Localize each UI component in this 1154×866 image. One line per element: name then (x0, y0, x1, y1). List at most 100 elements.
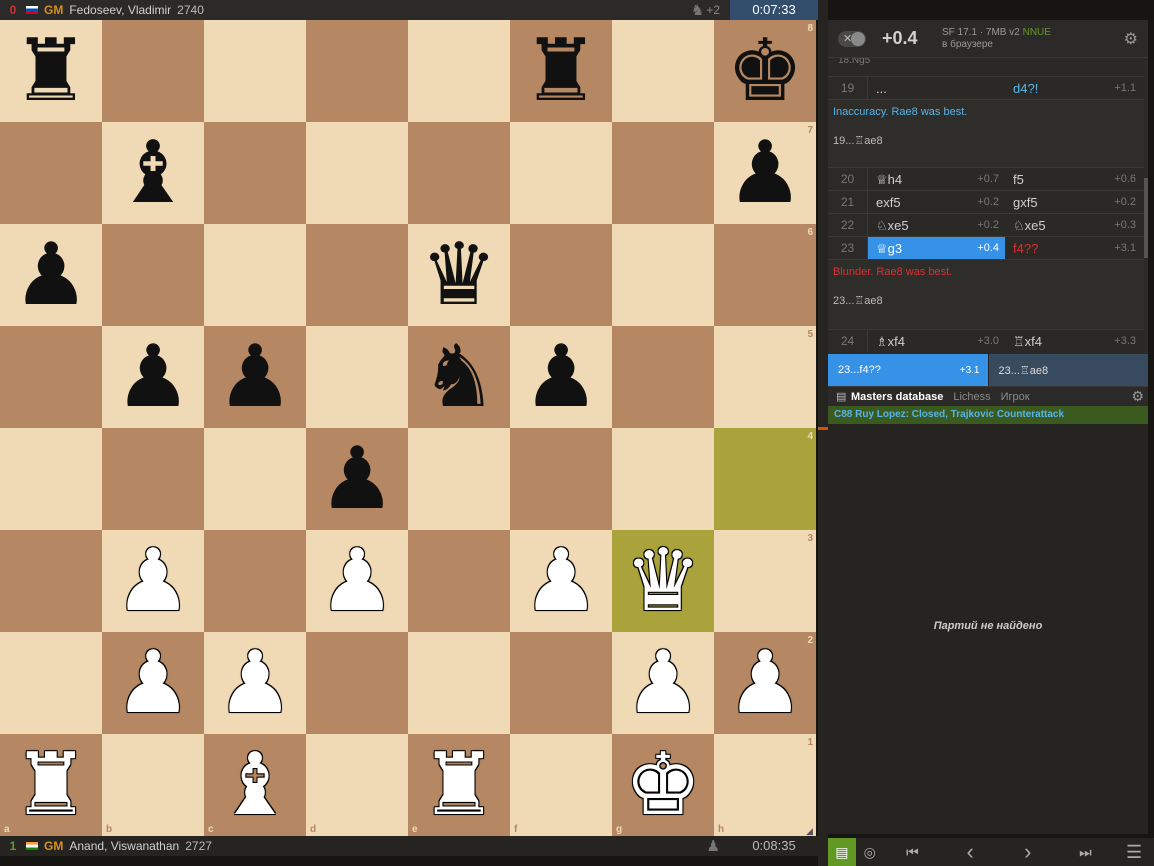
next-move-button[interactable]: › (999, 838, 1057, 866)
gear-icon[interactable]: ⚙ (1124, 29, 1138, 49)
square-a6[interactable]: ♟ (0, 224, 102, 326)
square-c8[interactable] (204, 20, 306, 122)
square-b7[interactable]: ♝ (102, 122, 204, 224)
square-e6[interactable]: ♛ (408, 224, 510, 326)
square-d2[interactable] (306, 632, 408, 734)
prev-move-button[interactable]: ‹ (941, 838, 999, 866)
white-pawn-piece[interactable]: ♟ (102, 530, 204, 632)
black-rook-piece[interactable]: ♜ (0, 20, 102, 122)
white-pawn-piece[interactable]: ♟ (612, 632, 714, 734)
chess-board[interactable]: ♜ ♜ ♚ 8 ♝ ♟ 7 ♟ ♛ 6 ♟ ♟ ♞ ♟ 5 ♟ 4 ♟ ♟ ♟ ♛ 3 ♟ ♟ ♟ ♟ 2 ♜ a b ♝ c d ♜ e f ♚ g 1 h (0, 20, 816, 836)
tab-player[interactable]: Игрок (996, 391, 1035, 403)
square-a3[interactable] (0, 530, 102, 632)
square-c2[interactable]: ♟ (204, 632, 306, 734)
target-icon[interactable]: ◎ (856, 838, 884, 866)
square-f5[interactable]: ♟ (510, 326, 612, 428)
square-e5[interactable]: ♞ (408, 326, 510, 428)
square-f6[interactable] (510, 224, 612, 326)
move-white-active[interactable]: ♕g3 +0.4 (868, 237, 1005, 259)
square-e4[interactable] (408, 428, 510, 530)
square-h8[interactable]: ♚ 8 (714, 20, 816, 122)
move-black[interactable]: ♖xf4 +3.3 (1005, 330, 1142, 352)
square-a7[interactable] (0, 122, 102, 224)
tab-masters[interactable]: Masters database (848, 391, 948, 403)
square-f7[interactable] (510, 122, 612, 224)
square-b3[interactable]: ♟ (102, 530, 204, 632)
square-d4[interactable]: ♟ (306, 428, 408, 530)
square-c7[interactable] (204, 122, 306, 224)
square-a1[interactable]: ♜ a (0, 734, 102, 836)
square-f8[interactable]: ♜ (510, 20, 612, 122)
square-d5[interactable] (306, 326, 408, 428)
book-icon[interactable]: ▤ (828, 838, 856, 866)
opening-name[interactable]: C88 Ruy Lopez: Closed, Trajkovic Counter… (828, 406, 1148, 424)
square-a8[interactable]: ♜ (0, 20, 102, 122)
black-pawn-piece[interactable]: ♟ (204, 326, 306, 428)
square-e7[interactable] (408, 122, 510, 224)
square-f3[interactable]: ♟ (510, 530, 612, 632)
square-a4[interactable] (0, 428, 102, 530)
black-queen-piece[interactable]: ♛ (408, 224, 510, 326)
square-b6[interactable] (102, 224, 204, 326)
square-b8[interactable] (102, 20, 204, 122)
white-rook-piece[interactable]: ♜ (408, 734, 510, 836)
square-h4[interactable]: 4 (714, 428, 816, 530)
white-queen-piece[interactable]: ♛ (612, 530, 714, 632)
white-pawn-piece[interactable]: ♟ (306, 530, 408, 632)
white-pawn-piece[interactable]: ♟ (102, 632, 204, 734)
square-g8[interactable] (612, 20, 714, 122)
move-black[interactable]: d4?! +1.1 (1005, 77, 1142, 99)
square-g1[interactable]: ♚ g (612, 734, 714, 836)
panel-divider[interactable] (818, 0, 828, 866)
square-c6[interactable] (204, 224, 306, 326)
black-pawn-piece[interactable]: ♟ (714, 122, 816, 224)
gear-icon[interactable]: ⚙ (1131, 388, 1144, 405)
player-name[interactable]: Fedoseev, Vladimir (69, 3, 171, 17)
move-black[interactable]: ♘xe5 +0.3 (1005, 214, 1142, 236)
variation-move[interactable]: 23...♖ae8 (833, 294, 1143, 307)
move-white[interactable]: ♘xe5 +0.2 (868, 214, 1005, 236)
square-h7[interactable]: ♟ 7 (714, 122, 816, 224)
square-a2[interactable] (0, 632, 102, 734)
white-king-piece[interactable]: ♚ (612, 734, 714, 836)
square-d1[interactable]: d (306, 734, 408, 836)
last-move-button[interactable]: ⏭ (1057, 838, 1115, 866)
square-f4[interactable] (510, 428, 612, 530)
white-pawn-piece[interactable]: ♟ (204, 632, 306, 734)
square-g3[interactable]: ♛ (612, 530, 714, 632)
move-white[interactable]: exf5 +0.2 (868, 191, 1005, 213)
square-g4[interactable] (612, 428, 714, 530)
engine-toggle[interactable]: ✕ (838, 30, 866, 47)
white-pawn-piece[interactable]: ♟ (714, 632, 816, 734)
square-h1[interactable]: 1h (714, 734, 816, 836)
scrollbar[interactable] (1144, 58, 1148, 354)
white-rook-piece[interactable]: ♜ (0, 734, 102, 836)
black-pawn-piece[interactable]: ♟ (306, 428, 408, 530)
white-bishop-piece[interactable]: ♝ (204, 734, 306, 836)
square-e3[interactable] (408, 530, 510, 632)
fork-main-line[interactable]: 23...f4?? +3.1 (828, 354, 989, 386)
square-e1[interactable]: ♜ e (408, 734, 510, 836)
square-h5[interactable]: 5 (714, 326, 816, 428)
player-name[interactable]: Anand, Viswanathan (69, 839, 179, 853)
square-d7[interactable] (306, 122, 408, 224)
square-g2[interactable]: ♟ (612, 632, 714, 734)
square-c1[interactable]: ♝ c (204, 734, 306, 836)
square-c4[interactable] (204, 428, 306, 530)
move-list[interactable]: 18.Ng5 19 ... d4?! +1.1 Inaccuracy. Rae8 … (828, 58, 1148, 354)
square-g6[interactable] (612, 224, 714, 326)
move-black[interactable]: gxf5 +0.2 (1005, 191, 1142, 213)
square-b5[interactable]: ♟ (102, 326, 204, 428)
fork-alt-line[interactable]: 23...♖ae8 (988, 354, 1148, 386)
square-d3[interactable]: ♟ (306, 530, 408, 632)
resize-handle[interactable]: ◢ (806, 826, 816, 836)
move-white[interactable]: ... (868, 77, 1005, 99)
square-b4[interactable] (102, 428, 204, 530)
move-black[interactable]: f5 +0.6 (1005, 168, 1142, 190)
square-f2[interactable] (510, 632, 612, 734)
black-pawn-piece[interactable]: ♟ (510, 326, 612, 428)
square-d6[interactable] (306, 224, 408, 326)
square-e2[interactable] (408, 632, 510, 734)
white-pawn-piece[interactable]: ♟ (510, 530, 612, 632)
move-white[interactable]: ♗xf4 +3.0 (868, 330, 1005, 352)
